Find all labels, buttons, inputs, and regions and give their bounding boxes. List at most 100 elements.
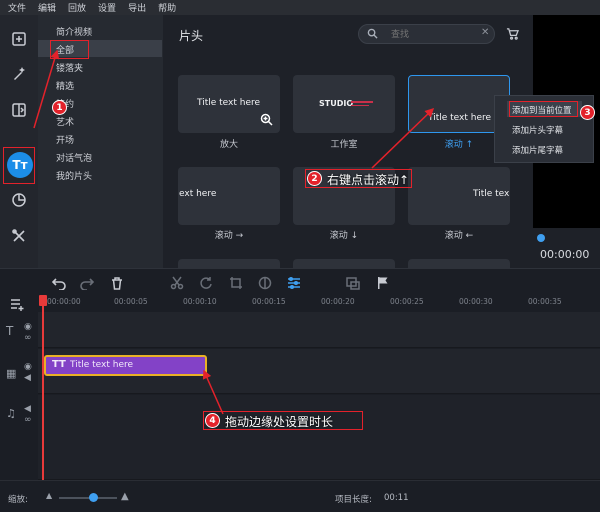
timeline-ruler[interactable]: 00:00:00 00:00:05 00:00:10 00:00:15 00:0… [38,295,600,310]
text-track[interactable] [38,312,600,348]
playhead-handle[interactable] [39,295,47,306]
project-length-value: 00:11 [384,493,409,503]
menu-edit[interactable]: 编辑 [38,1,56,14]
rotate-icon[interactable] [199,276,213,290]
thumb-label-scroll-right: 滚动 → [214,231,244,241]
crop-icon[interactable] [229,276,243,290]
project-length-label: 项目长度: [335,495,372,505]
title-thumb-zoom[interactable]: Title text here [178,75,280,133]
menu-settings[interactable]: 设置 [98,1,116,14]
context-menu: 添加到当前位置 添加片头字幕 添加片尾字幕 [494,95,594,163]
delete-icon[interactable] [110,276,124,290]
preview-timecode: 00:00:00 [540,248,590,261]
eye-icon[interactable]: ◉ [24,362,32,372]
panel-title: 片头 [179,29,204,43]
thumb-preview-text: ext here [179,189,217,199]
video-editor-window: 文件 编辑 回放 设置 导出 帮助 Tт 简介视频 全部 镂落夹 精选 艺术 开… [0,0,600,512]
tool-sidebar: Tт [0,15,38,268]
thumb-label-scroll-down: 滚动 ↓ [329,231,359,241]
speaker-icon[interactable]: ◀ [24,373,31,383]
category-featured[interactable]: 精选 [56,79,74,92]
thumb-preview-text: STUDIO [319,99,354,108]
ruler-tick: 00:00:15 [252,297,286,306]
thumb-label-zoom: 放大 [219,140,238,150]
link-icon[interactable]: ∞ [24,333,32,343]
add-track-icon[interactable] [10,298,25,311]
marker-flag-icon[interactable] [376,276,390,290]
menu-playback[interactable]: 回放 [68,1,86,14]
timeline-toolbar [0,268,600,295]
ruler-tick: 00:00:35 [528,297,562,306]
titles-panel: 片头 ✕ Title text here 放大 STUDIO 工作室 Title… [163,15,533,268]
category-art[interactable]: 艺术 [56,115,74,128]
callout-badge-3: 3 [580,105,595,120]
ruler-tick: 00:00:20 [321,297,355,306]
category-speech-bubble[interactable]: 对话气泡 [56,151,92,164]
title-clip-icon: TT [52,359,66,370]
cut-icon[interactable] [170,276,184,290]
category-folder[interactable]: 镂落夹 [56,61,83,74]
cart-icon[interactable] [506,27,519,40]
menu-item-add-ending-credits[interactable]: 添加片尾字幕 [512,144,563,156]
undo-icon[interactable] [52,276,66,290]
stickers-icon[interactable] [6,187,32,213]
clip-properties-icon[interactable] [287,276,301,290]
title-thumb-studio[interactable]: STUDIO [293,75,395,133]
titles-icon[interactable]: Tт [7,152,33,178]
title-clip[interactable]: TT Title text here [44,355,207,376]
callout-frame-2 [305,169,412,188]
callout-badge-1: 1 [52,100,67,115]
ruler-tick: 00:00:30 [459,297,493,306]
category-intro-video[interactable]: 简介视频 [56,25,92,38]
title-thumb[interactable] [293,259,395,268]
transitions-icon[interactable] [6,97,32,123]
ruler-tick: 00:00:10 [183,297,217,306]
menu-item-highlight [509,101,578,117]
title-thumb-scroll-right[interactable]: ext here [178,167,280,225]
audio-track[interactable] [38,395,600,480]
menu-item-add-opening-credits[interactable]: 添加片头字幕 [512,124,563,136]
clear-search-icon[interactable]: ✕ [481,27,489,38]
title-thumb[interactable] [408,259,510,268]
eye-icon[interactable]: ◉ [24,322,32,332]
music-track-icon: ♫ [6,407,16,420]
color-adjust-icon[interactable] [258,276,272,290]
title-thumb-scroll-left[interactable]: Title tex [408,167,510,225]
picture-in-picture-icon[interactable] [346,276,360,290]
category-my-titles[interactable]: 我的片头 [56,169,92,182]
zoom-in-icon[interactable]: ▲ [121,491,129,502]
category-all-highlight [50,40,89,59]
menu-help[interactable]: 帮助 [158,1,176,14]
zoom-out-icon[interactable]: ▲ [46,491,52,500]
menubar: 文件 编辑 回放 设置 导出 帮助 [0,0,600,15]
studio-accent-line [351,105,369,106]
speaker-icon[interactable]: ◀ [24,404,31,414]
ruler-tick: 00:00:00 [47,297,81,306]
tools-icon[interactable] [6,223,32,249]
studio-accent-line [351,101,373,103]
search-icon [367,28,378,39]
zoom-label: 缩放: [8,495,28,505]
title-clip-label: Title text here [70,360,134,370]
track-headers: T ◉ ∞ ▦ ◉ ◀ ♫ ◀ ∞ [0,295,38,480]
category-opening[interactable]: 开场 [56,133,74,146]
menu-file[interactable]: 文件 [8,1,26,14]
redo-icon[interactable] [80,276,94,290]
ruler-tick: 00:00:05 [114,297,148,306]
thumb-label-studio: 工作室 [330,140,358,150]
zoom-slider-handle[interactable] [89,493,98,502]
menu-export[interactable]: 导出 [128,1,146,14]
title-category-list: 简介视频 全部 镂落夹 精选 简约 艺术 开场 对话气泡 我的片头 [38,15,163,268]
status-bar: 缩放: ▲ ▲ 项目长度: 00:11 [0,480,600,512]
zoom-slider[interactable] [59,497,117,499]
magic-wand-icon[interactable] [6,61,32,87]
import-icon[interactable] [6,26,32,52]
link-icon[interactable]: ∞ [24,415,32,425]
ruler-tick: 00:00:25 [390,297,424,306]
thumb-preview-text: Title text here [428,113,492,123]
preview-scrubber-handle[interactable] [537,234,545,242]
search-input[interactable] [358,24,495,44]
video-track-icon: ▦ [6,367,17,380]
playhead[interactable] [42,295,44,480]
title-thumb[interactable] [178,259,280,268]
